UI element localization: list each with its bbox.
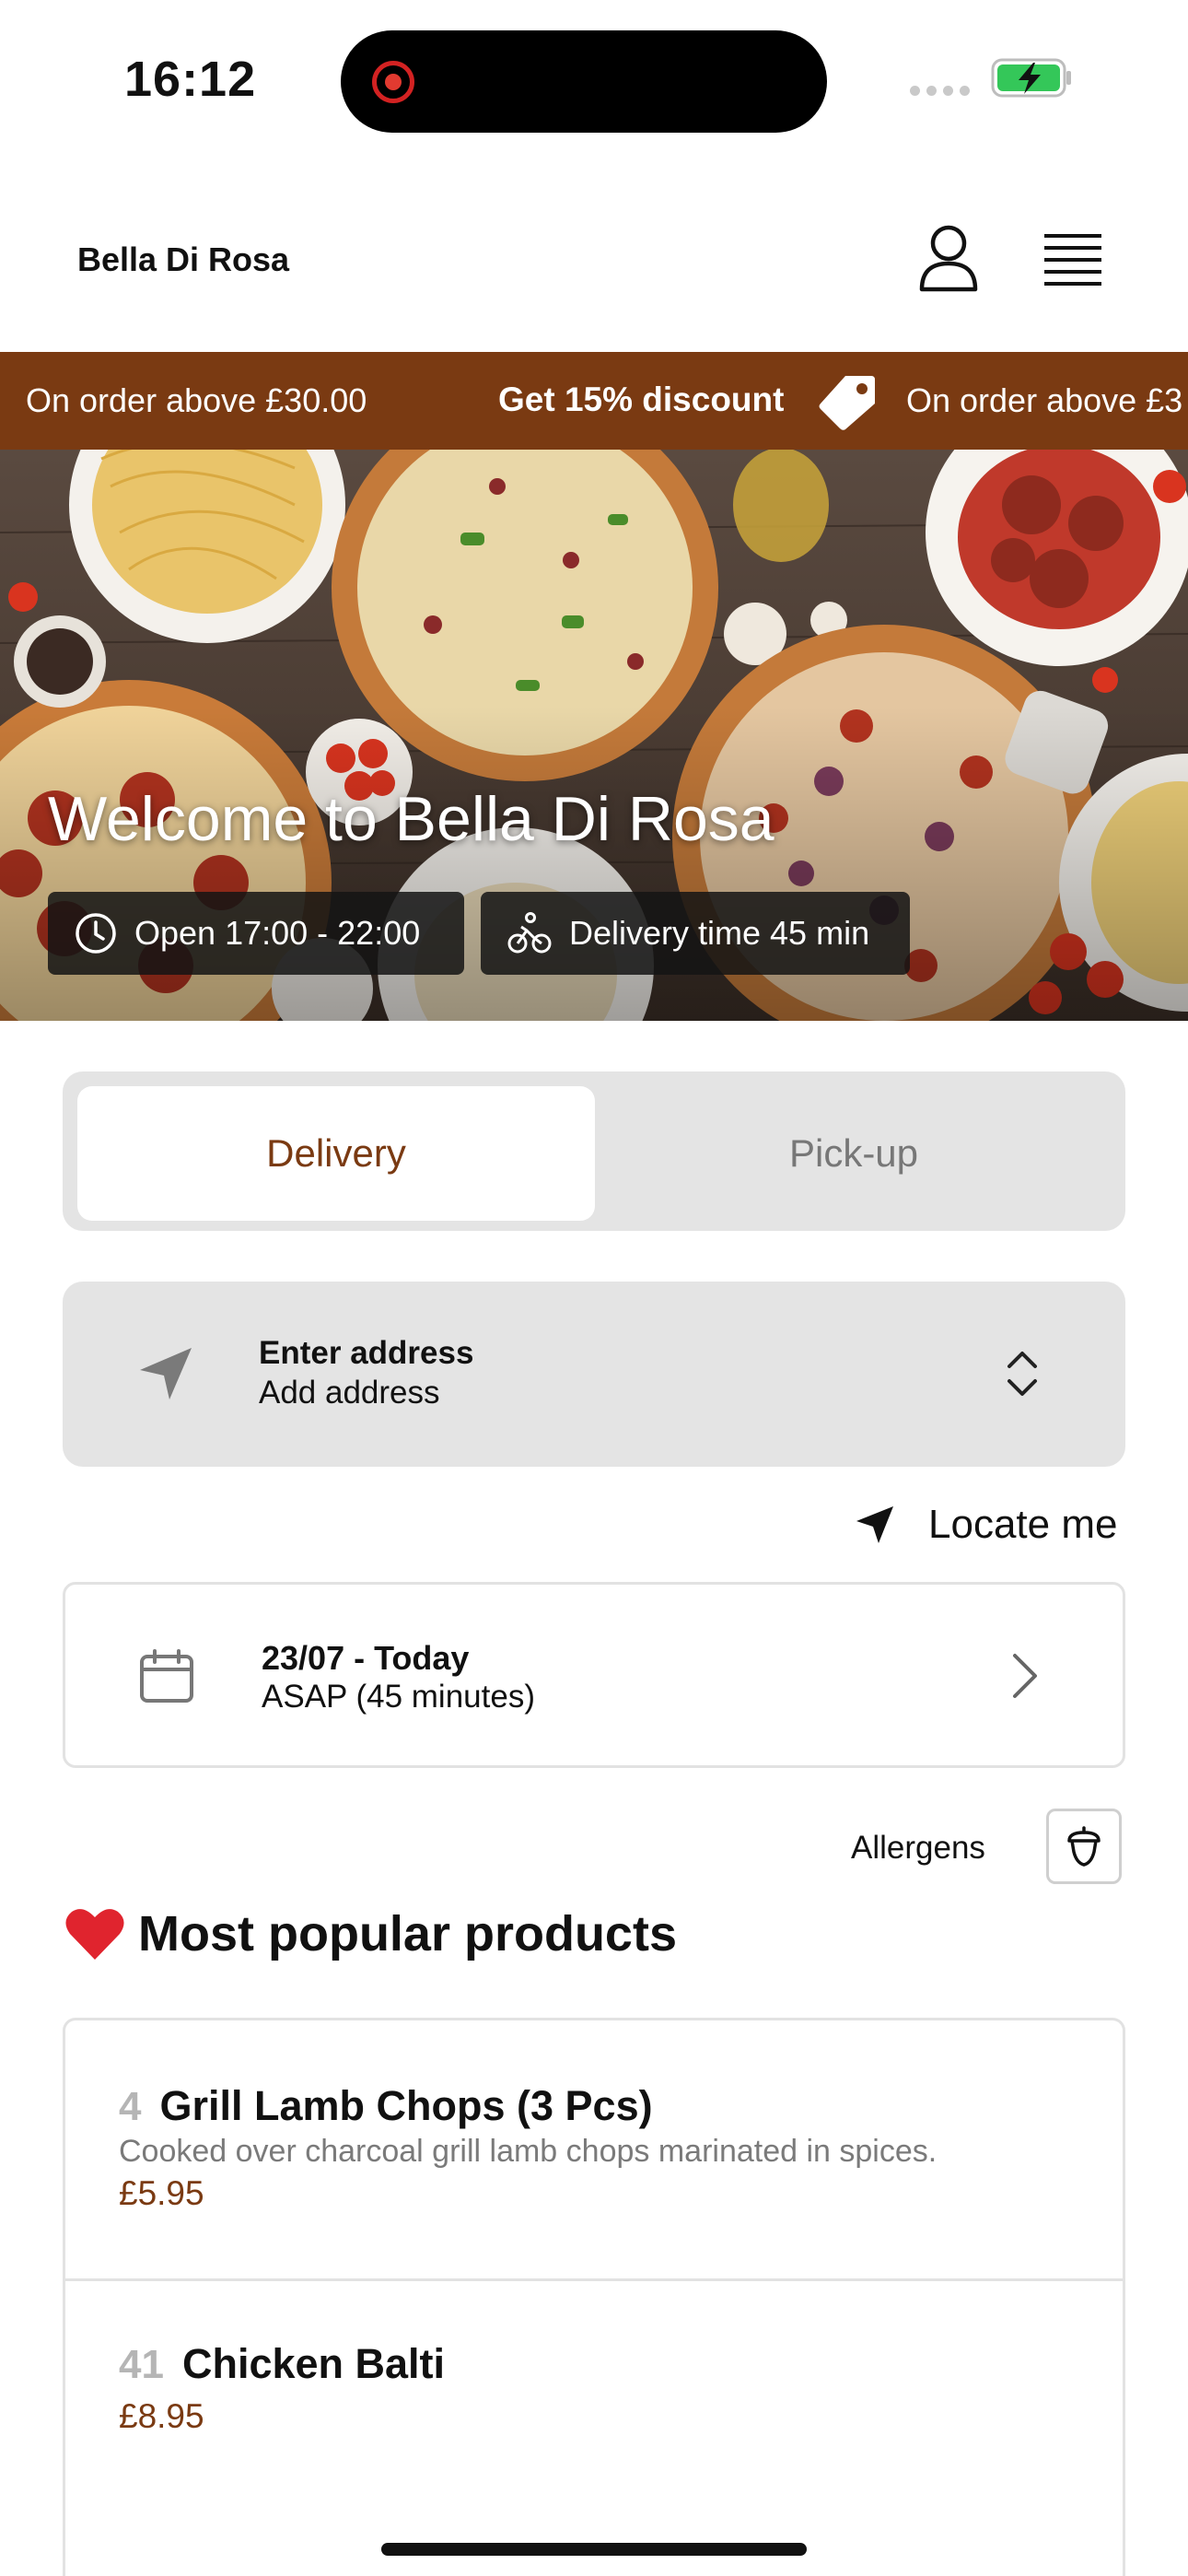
chevron-right-icon (1013, 1654, 1037, 1698)
product-price: £5.95 (119, 2174, 204, 2212)
product-description: Cooked over charcoal grill lamb chops ma… (119, 2134, 938, 2169)
product-item[interactable]: 41 Chicken Balti £8.95 (65, 2281, 1123, 2558)
address-subtitle: Add address (259, 1375, 440, 1411)
dynamic-island (341, 30, 827, 133)
product-number: 41 (119, 2342, 164, 2387)
navigation-arrow-icon (140, 1348, 192, 1399)
popular-section-header: Most popular products (64, 1905, 677, 1962)
heart-icon (65, 1909, 124, 1960)
locate-me-button[interactable]: Locate me (853, 1497, 1117, 1552)
product-price: £8.95 (119, 2397, 204, 2435)
welcome-title: Welcome to Bella Di Rosa (48, 784, 775, 854)
acorn-icon (1067, 1826, 1101, 1867)
product-item[interactable]: 4 Grill Lamb Chops (3 Pcs) Cooked over c… (65, 2020, 1123, 2281)
promo-banner: On order above £30.00 Get 15% discount O… (0, 352, 1188, 450)
tab-delivery[interactable]: Delivery (77, 1086, 595, 1221)
calendar-icon (140, 1649, 193, 1703)
home-indicator (381, 2543, 807, 2556)
opening-hours-text: Open 17:00 - 22:00 (134, 914, 421, 952)
bike-icon (507, 912, 552, 954)
user-icon[interactable] (916, 221, 981, 295)
menu-icon[interactable] (1041, 228, 1105, 287)
delivery-time-badge: Delivery time 45 min (481, 892, 910, 975)
clock-icon (76, 913, 116, 954)
delivery-date: 23/07 - Today (262, 1639, 470, 1677)
app-header: Bella Di Rosa (0, 184, 1188, 350)
delivery-date-selector[interactable]: 23/07 - Today ASAP (45 minutes) (63, 1582, 1125, 1768)
locate-me-label: Locate me (928, 1502, 1118, 1547)
delivery-time-slot: ASAP (45 minutes) (262, 1679, 535, 1715)
hero-banner: Welcome to Bella Di Rosa Open 17:00 - 22… (0, 450, 1188, 1021)
promo-text-right: On order above £3 (906, 381, 1183, 419)
brand-name[interactable]: Bella Di Rosa (77, 240, 289, 279)
delivery-time-text: Delivery time 45 min (569, 914, 870, 952)
signal-icon (910, 86, 970, 96)
tag-icon (819, 376, 875, 430)
recording-icon (372, 61, 414, 103)
status-bar: 16:12 (0, 0, 1188, 157)
allergens-label: Allergens (851, 1830, 985, 1866)
product-number: 4 (119, 2084, 142, 2129)
opening-hours-badge: Open 17:00 - 22:00 (48, 892, 464, 975)
status-time: 16:12 (124, 52, 257, 107)
address-title: Enter address (259, 1335, 474, 1371)
product-list: 4 Grill Lamb Chops (3 Pcs) Cooked over c… (63, 2018, 1125, 2576)
order-mode-toggle: Delivery Pick-up (63, 1071, 1125, 1231)
tab-pickup[interactable]: Pick-up (595, 1086, 1112, 1221)
expand-icon (1007, 1352, 1037, 1396)
allergens-button[interactable] (1046, 1809, 1122, 1884)
product-name: Chicken Balti (181, 2340, 446, 2387)
address-selector[interactable]: Enter address Add address (63, 1282, 1125, 1467)
product-name: Grill Lamb Chops (3 Pcs) (159, 2082, 653, 2129)
promo-text-center: Get 15% discount (498, 381, 785, 418)
promo-text-left: On order above £30.00 (26, 381, 367, 419)
section-title: Most popular products (138, 1906, 677, 1961)
locate-arrow-icon (856, 1506, 893, 1543)
battery-icon (991, 58, 1071, 98)
